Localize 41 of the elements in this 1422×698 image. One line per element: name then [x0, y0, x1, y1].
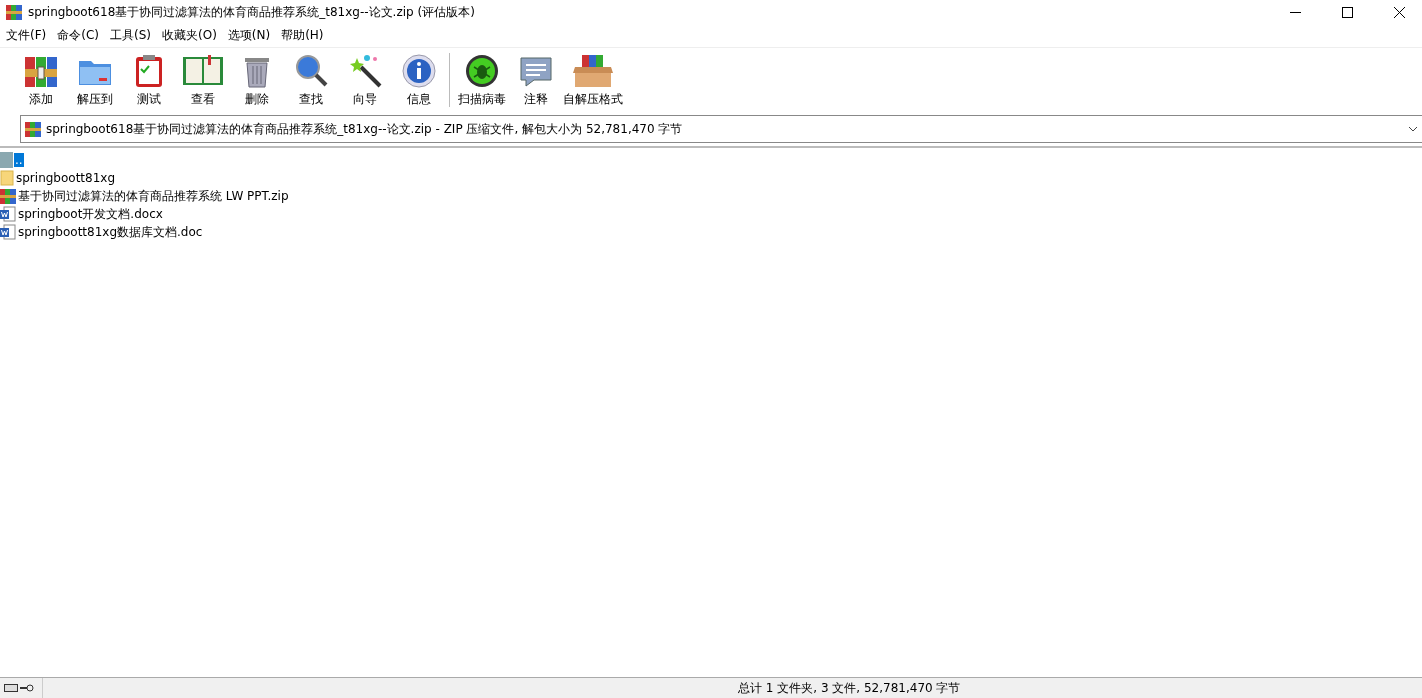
word-document-icon	[0, 206, 16, 222]
menu-item[interactable]: 选项(N)	[223, 26, 278, 44]
menu-item[interactable]: 文件(F)	[2, 26, 54, 44]
key-icon	[20, 684, 34, 692]
folder-up-icon	[0, 152, 13, 168]
drive-icon	[4, 684, 18, 692]
toolbar-button[interactable]: 删除	[230, 52, 284, 108]
toolbar-button[interactable]: 注释	[509, 52, 563, 108]
toolbar-button[interactable]: 信息	[392, 52, 446, 108]
status-text: 总计 1 文件夹, 3 文件, 52,781,470 字节	[738, 679, 961, 697]
box-with-books-icon	[572, 52, 614, 89]
toolbar-button[interactable]: 解压到	[68, 52, 122, 108]
file-item[interactable]: springboott81xg数据库文档.doc	[17, 223, 204, 241]
file-item[interactable]: springboot开发文档.docx	[17, 205, 164, 223]
toolbar-button[interactable]: 扫描病毒	[455, 52, 509, 108]
search-icon	[293, 52, 329, 89]
menu-item[interactable]: 命令(C)	[53, 26, 106, 44]
menu-item[interactable]: 收藏夹(O)	[158, 26, 224, 44]
info-icon	[401, 52, 437, 89]
menu-item[interactable]: 帮助(H)	[277, 26, 331, 44]
file-item[interactable]: 基于协同过滤算法的体育商品推荐系统 LW PPT.zip	[17, 187, 290, 205]
window-title: springboot618基于协同过滤算法的体育商品推荐系统_t81xg--论文.zip (评估版本)	[28, 3, 476, 21]
address-field[interactable]: springboot618基于协同过滤算法的体育商品推荐系统_t81xg--论文.zip - ZIP 压缩文件, 解包大小为 52,781,470 字节	[20, 115, 1422, 143]
toolbar-button[interactable]: 查找	[284, 52, 338, 108]
close-icon	[1393, 6, 1405, 18]
file-item[interactable]: springboott81xg	[15, 171, 117, 185]
toolbar-button[interactable]: 向导	[338, 52, 392, 108]
toolbar-button[interactable]: 添加	[14, 52, 68, 108]
bug-icon	[464, 52, 500, 89]
toolbar-button[interactable]: 测试	[122, 52, 176, 108]
app-icon	[6, 4, 22, 20]
toolbar-button[interactable]: 查看	[176, 52, 230, 108]
archive-books-icon	[0, 188, 16, 204]
folder-icon	[0, 170, 14, 186]
word-document-icon	[0, 224, 16, 240]
archive-books-icon	[25, 121, 41, 137]
menu-item[interactable]: 工具(S)	[106, 26, 158, 44]
file-item[interactable]: ..	[14, 153, 24, 167]
toolbar-button[interactable]: 自解压格式	[563, 52, 623, 108]
maximize-icon	[1341, 6, 1353, 18]
chevron-down-icon[interactable]	[1408, 126, 1418, 132]
